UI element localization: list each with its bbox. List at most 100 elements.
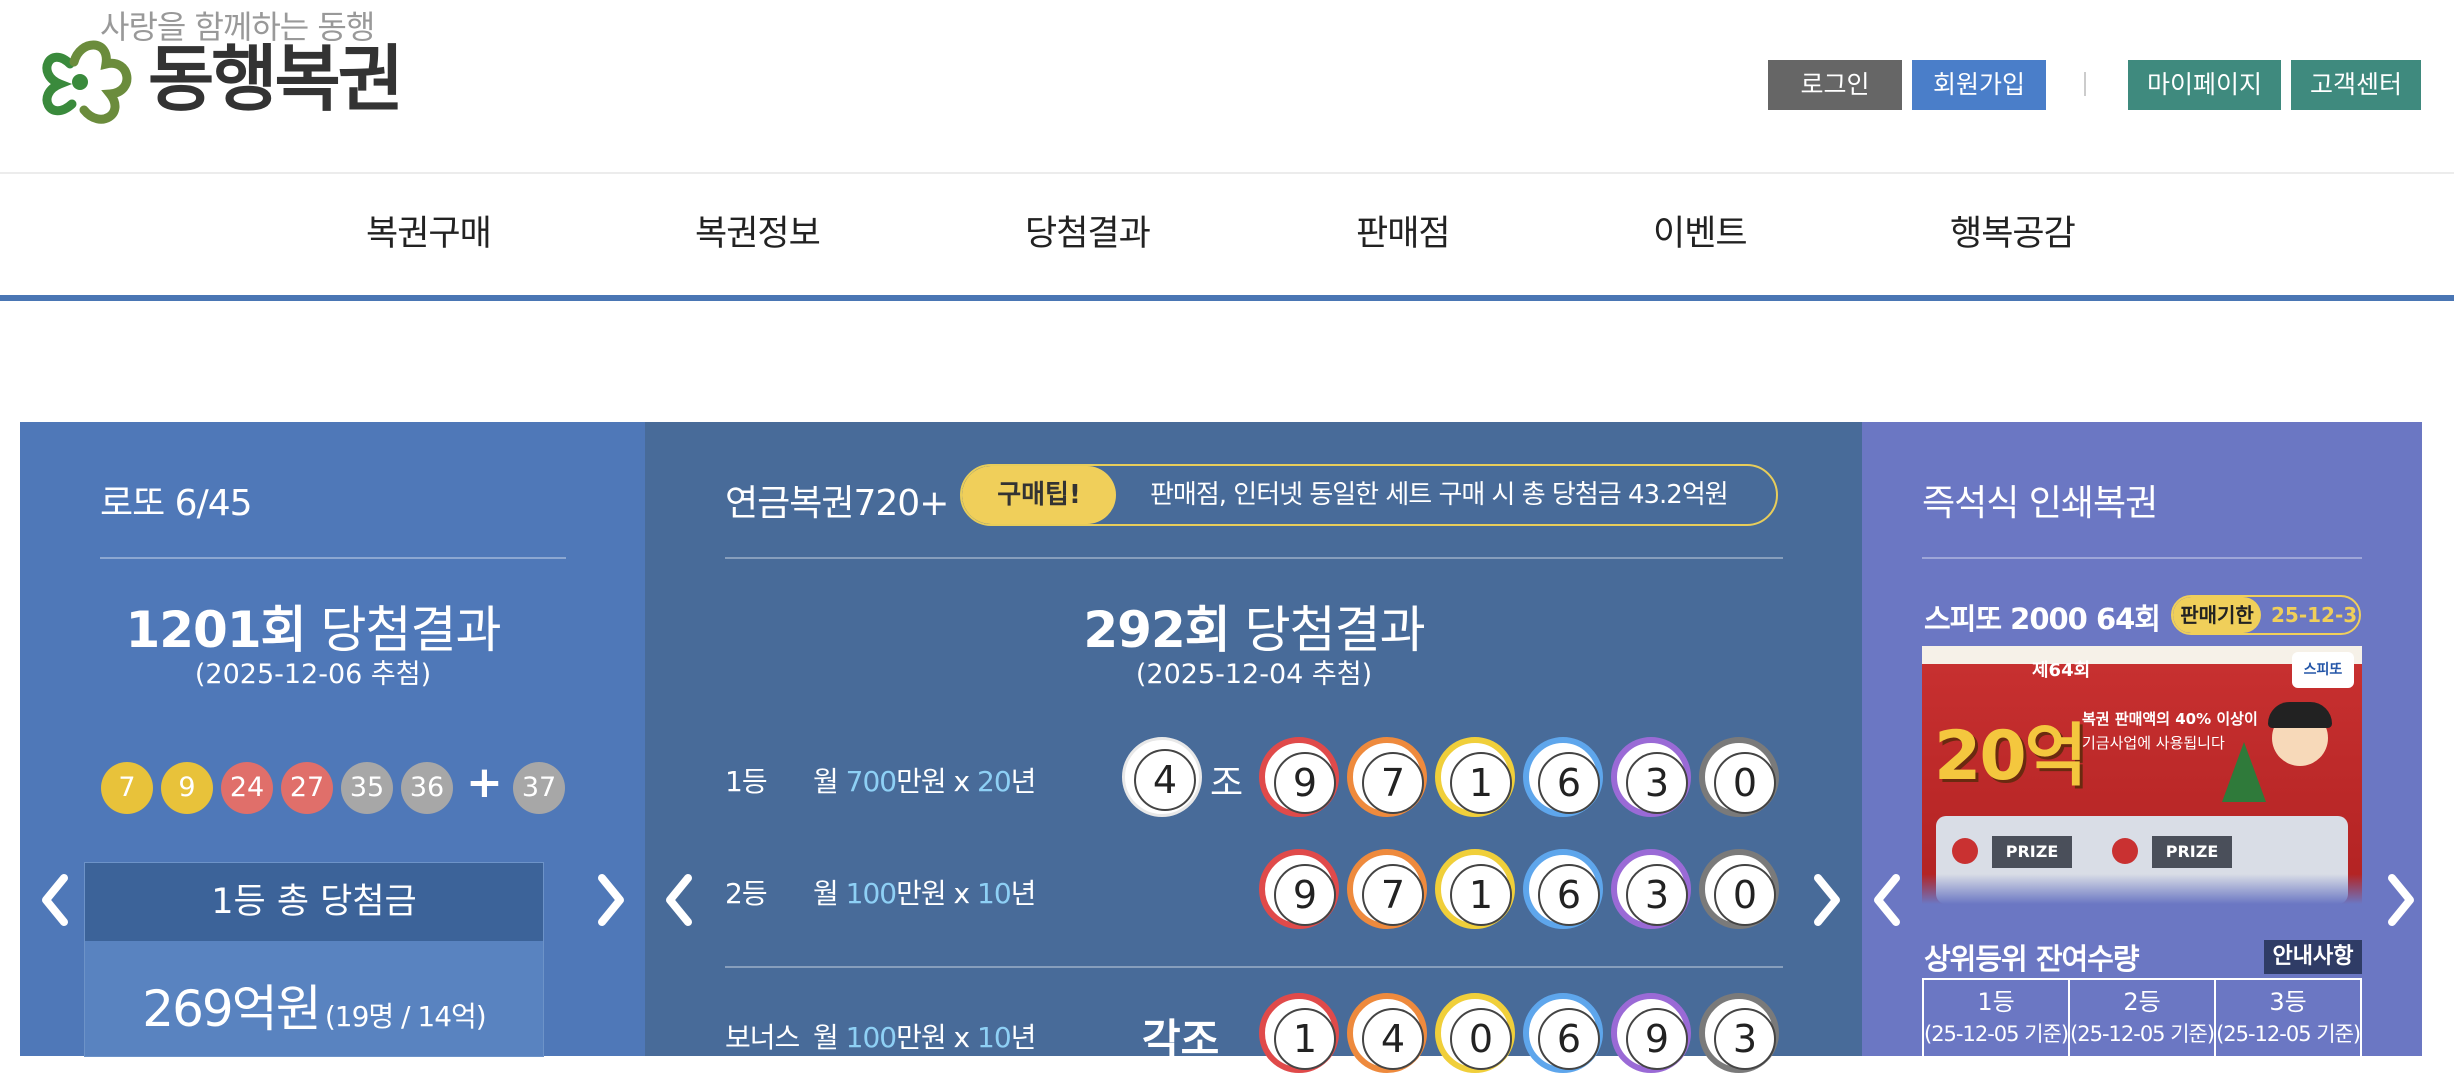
pension-ball: 3 <box>1611 737 1691 817</box>
pension-ball: 7 <box>1347 737 1427 817</box>
instant-ticket-banner[interactable]: 제64회 스피또 20억 복권 판매액의 40% 이상이 기금사업에 사용됩니다… <box>1922 646 2362 904</box>
nav-item-stores[interactable]: 판매점 <box>1356 205 1451 256</box>
nav-item-info[interactable]: 복권정보 <box>695 205 821 256</box>
nav-item-buy[interactable]: 복권구매 <box>366 205 492 256</box>
banner-prize-tag: PRIZE <box>2152 836 2232 868</box>
banner-message: 복권 판매액의 40% 이상이 <box>2082 710 2258 728</box>
pension-rank-1: 1등 <box>725 765 768 798</box>
instant-remaining-table: 1등 (25-12-05 기준) 2등 (25-12-05 기준) 3등 (25… <box>1922 978 2362 1056</box>
instant-rank-label: 1등 <box>1977 988 2015 1016</box>
nav-item-events[interactable]: 이벤트 <box>1653 205 1748 256</box>
pension-ball: 9 <box>1259 737 1339 817</box>
pension-divider <box>725 557 1783 559</box>
instant-deadline-badge: 판매기한 25-12-31 <box>2171 595 2361 635</box>
lotto-ball: 27 <box>281 762 333 814</box>
banner-prize-tag: PRIZE <box>1992 836 2072 868</box>
lotto-jackpot-title: 1등 총 당첨금 <box>84 862 544 942</box>
instant-table-cell: 2등 (25-12-05 기준) <box>2070 980 2217 1056</box>
pension-ball: 9 <box>1611 993 1691 1073</box>
pension-ball: 6 <box>1523 993 1603 1073</box>
pension-round: 292회 <box>1083 601 1230 659</box>
logo-clover-icon[interactable] <box>40 34 135 126</box>
lotto-jackpot-amount: 269억원 <box>142 980 321 1038</box>
instant-rank-date: (25-12-05 기준) <box>1924 1022 2069 1046</box>
banner-gift-icon <box>1952 838 1978 864</box>
pension-rank-bonus: 보너스 <box>725 1021 800 1054</box>
mypage-button[interactable]: 마이페이지 <box>2128 60 2281 110</box>
pension-tip-text: 판매점, 인터넷 동일한 세트 구매 시 총 당첨금 43.2억원 <box>1150 480 1729 510</box>
pension-group-label: 조 <box>1210 763 1244 804</box>
pension-bonus-group-label: 각조 <box>1142 1015 1220 1064</box>
lotto-prev-arrow-icon[interactable] <box>26 860 86 940</box>
lotto-ball: 35 <box>341 762 393 814</box>
lotto-ball: 36 <box>401 762 453 814</box>
banner-round: 제64회 <box>2032 660 2091 681</box>
instant-divider <box>1922 557 2362 559</box>
pension-next-arrow-icon[interactable] <box>1796 860 1856 940</box>
banner-fade <box>1922 874 2362 904</box>
lotto-draw-date: (2025-12-06 추첨) <box>194 659 432 690</box>
pension-ball: 6 <box>1523 849 1603 929</box>
banner-gift-icon <box>2112 838 2138 864</box>
login-button[interactable]: 로그인 <box>1768 60 1902 110</box>
pension-ball: 1 <box>1435 737 1515 817</box>
lotto-round: 1201회 <box>125 601 306 659</box>
lotto-ball: 7 <box>101 762 153 814</box>
pension-prize-1: 월 700만원 x 20년 <box>813 765 1036 798</box>
pension-divider-bonus <box>725 966 1783 968</box>
pension-ball: 0 <box>1699 737 1779 817</box>
banner-message-2: 기금사업에 사용됩니다 <box>2082 734 2225 752</box>
pension-rank-2: 2등 <box>725 877 768 910</box>
instant-title[interactable]: 즉석식 인쇄복권 <box>1922 474 2158 526</box>
pension-group-ball: 4 <box>1122 737 1202 817</box>
nav-item-results[interactable]: 당첨결과 <box>1025 205 1151 256</box>
lotto-bonus-ball: 37 <box>513 762 565 814</box>
lotto-divider <box>100 557 566 559</box>
instant-game-name: 스피또 2000 64회 <box>1924 602 2161 636</box>
pension-ball: 0 <box>1699 849 1779 929</box>
pension-prev-arrow-icon[interactable] <box>650 860 710 940</box>
instant-remaining-title: 상위등위 잔여수량 <box>1924 942 2140 976</box>
instant-rank-date: (25-12-05 기준) <box>2216 1022 2361 1046</box>
lotto-jackpot-box: 269억원 (19명 / 14억) <box>84 941 544 1057</box>
logo-text[interactable]: 동행복권 <box>148 34 404 124</box>
pension-ball: 1 <box>1435 849 1515 929</box>
lotto-plus-sign: + <box>466 757 503 808</box>
instant-rank-label: 2등 <box>2123 988 2161 1016</box>
pension-tip-badge: 구매팁! <box>962 466 1116 524</box>
instant-deadline-label: 판매기한 <box>2173 597 2261 633</box>
instant-prev-arrow-icon[interactable] <box>1858 860 1918 940</box>
instant-rank-date: (25-12-05 기준) <box>2070 1022 2215 1046</box>
lotto-result-label: 당첨결과 <box>320 601 502 659</box>
pension-draw-date: (2025-12-04 추첨) <box>1135 659 1373 690</box>
nav-item-happiness[interactable]: 행복공감 <box>1950 205 2076 256</box>
instant-rank-label: 3등 <box>2269 988 2307 1016</box>
pension-tip-box: 구매팁! 판매점, 인터넷 동일한 세트 구매 시 총 당첨금 43.2억원 <box>960 464 1778 526</box>
pension-ball: 1 <box>1259 993 1339 1073</box>
header-divider <box>2084 72 2086 96</box>
instant-table-cell: 3등 (25-12-05 기준) <box>2216 980 2361 1056</box>
banner-tree-icon <box>2222 742 2266 802</box>
lotto-jackpot-detail: (19명 / 14억) <box>324 1000 487 1033</box>
banner-brand-logo: 스피또 <box>2292 652 2354 688</box>
header-divider-line <box>0 172 2454 174</box>
pension-ball: 3 <box>1699 993 1779 1073</box>
instant-table-cell: 1등 (25-12-05 기준) <box>1924 980 2071 1056</box>
lotto-ball: 24 <box>221 762 273 814</box>
lotto-ball: 9 <box>161 762 213 814</box>
pension-result-label: 당첨결과 <box>1244 601 1426 659</box>
pension-prize-2: 월 100만원 x 10년 <box>813 877 1036 910</box>
pension-ball: 4 <box>1347 993 1427 1073</box>
pension-title[interactable]: 연금복권720+ <box>725 474 949 526</box>
instant-notice-button[interactable]: 안내사항 <box>2264 940 2362 974</box>
lotto-title[interactable]: 로또 6/45 <box>100 474 253 526</box>
instant-next-arrow-icon[interactable] <box>2370 860 2430 940</box>
customer-center-button[interactable]: 고객센터 <box>2291 60 2421 110</box>
lotto-next-arrow-icon[interactable] <box>580 860 640 940</box>
pension-ball: 7 <box>1347 849 1427 929</box>
banner-character-hair <box>2268 702 2332 728</box>
signup-button[interactable]: 회원가입 <box>1912 60 2046 110</box>
banner-prize: 20억 <box>1934 717 2087 796</box>
pension-ball: 6 <box>1523 737 1603 817</box>
nav-underline <box>0 295 2454 301</box>
